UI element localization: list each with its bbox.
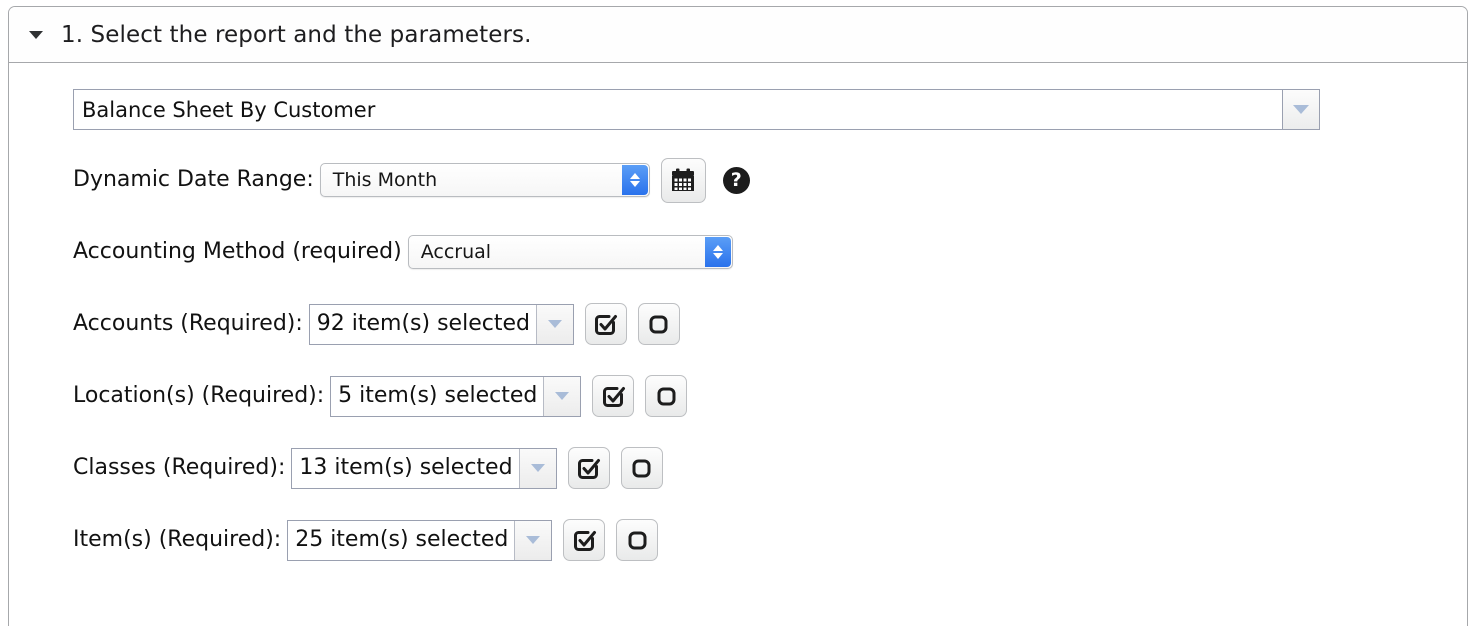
triangle-down-icon: [547, 320, 562, 328]
calendar-button[interactable]: [660, 157, 706, 203]
accounting-method-select[interactable]: Accrual: [407, 235, 733, 269]
locations-multiselect[interactable]: 5 item(s) selected: [330, 375, 582, 417]
items-clear-all-button[interactable]: [616, 519, 659, 561]
accounts-value: 92 item(s) selected: [316, 311, 530, 336]
accounting-method-value: Accrual: [420, 240, 492, 263]
classes-select-all-button[interactable]: [567, 447, 610, 489]
question-mark-icon[interactable]: ?: [722, 166, 750, 194]
accounts-label: Accounts (Required):: [73, 311, 303, 336]
accounts-multiselect[interactable]: 92 item(s) selected: [308, 303, 574, 345]
locations-clear-all-button[interactable]: [645, 375, 688, 417]
report-selector: Balance Sheet By Customer: [73, 89, 1320, 130]
locations-dropdown-button[interactable]: [543, 376, 581, 416]
classes-clear-all-button[interactable]: [620, 447, 663, 489]
triangle-down-icon[interactable]: [29, 30, 43, 39]
items-label: Item(s) (Required):: [73, 527, 282, 552]
empty-box-icon: [654, 384, 679, 409]
accounting-method-label: Accounting Method (required): [73, 239, 402, 264]
classes-label: Classes (Required):: [73, 455, 286, 480]
items-value: 25 item(s) selected: [295, 527, 509, 552]
page-title: 1. Select the report and the parameters.: [61, 21, 532, 48]
chevron-updown-icon[interactable]: [621, 165, 648, 195]
empty-box-icon: [629, 456, 654, 481]
triangle-down-icon: [526, 536, 541, 544]
panel-header[interactable]: 1. Select the report and the parameters.: [9, 7, 1467, 63]
checked-box-icon: [576, 456, 601, 481]
items-multiselect[interactable]: 25 item(s) selected: [287, 519, 553, 561]
checked-box-icon: [593, 312, 618, 337]
classes-multiselect[interactable]: 13 item(s) selected: [291, 447, 557, 489]
checked-box-icon: [601, 384, 626, 409]
locations-value: 5 item(s) selected: [338, 383, 538, 408]
chevron-updown-icon[interactable]: [704, 237, 731, 267]
field-row-locations: Location(s) (Required): 5 item(s) select…: [73, 375, 1467, 417]
empty-box-icon: [625, 528, 650, 553]
dynamic-date-range-select[interactable]: This Month: [319, 163, 650, 197]
triangle-down-icon: [1293, 105, 1309, 114]
checked-box-icon: [572, 528, 597, 553]
accounts-dropdown-button[interactable]: [535, 304, 573, 344]
items-select-all-button[interactable]: [563, 519, 606, 561]
report-input[interactable]: Balance Sheet By Customer: [73, 89, 1283, 130]
report-dropdown-button[interactable]: [1283, 89, 1320, 130]
items-dropdown-button[interactable]: [514, 520, 552, 560]
accounts-select-all-button[interactable]: [584, 303, 627, 345]
panel-body: Balance Sheet By Customer Dynamic Date R…: [9, 63, 1467, 561]
classes-value: 13 item(s) selected: [299, 455, 513, 480]
empty-box-icon: [646, 312, 671, 337]
report-parameters-panel: 1. Select the report and the parameters.…: [8, 6, 1468, 626]
classes-dropdown-button[interactable]: [518, 448, 556, 488]
field-row-items: Item(s) (Required): 25 item(s) selected: [73, 519, 1467, 561]
calendar-icon: [670, 168, 696, 193]
dynamic-date-range-label: Dynamic Date Range:: [73, 167, 314, 192]
locations-label: Location(s) (Required):: [73, 383, 325, 408]
field-row-classes: Classes (Required): 13 item(s) selected: [73, 447, 1467, 489]
dynamic-date-range-value: This Month: [332, 168, 438, 191]
triangle-down-icon: [530, 464, 545, 472]
accounts-clear-all-button[interactable]: [637, 303, 680, 345]
triangle-down-icon: [555, 392, 570, 400]
field-row-accounts: Accounts (Required): 92 item(s) selected: [73, 303, 1467, 345]
field-row-dynamic-date-range: Dynamic Date Range: This Month ?: [73, 157, 1467, 203]
field-row-accounting-method: Accounting Method (required) Accrual: [73, 233, 1467, 271]
locations-select-all-button[interactable]: [592, 375, 635, 417]
